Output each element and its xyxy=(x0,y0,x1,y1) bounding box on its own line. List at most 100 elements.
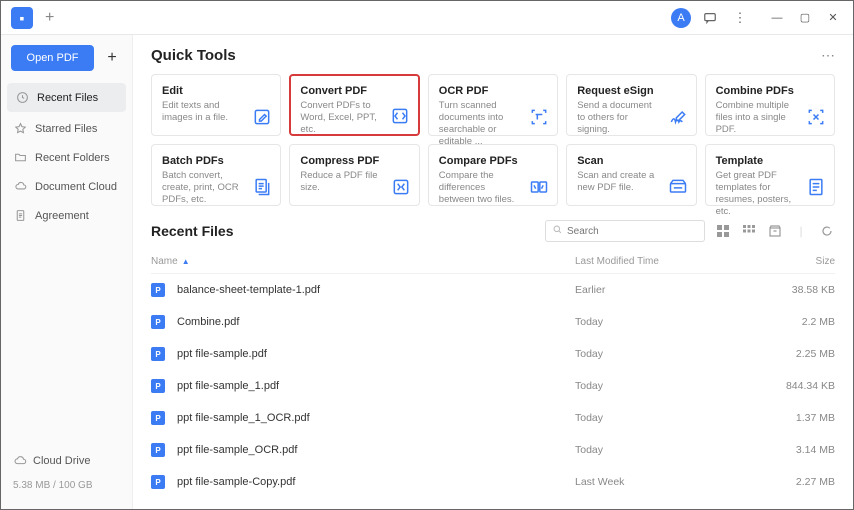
pdf-file-icon: P xyxy=(151,347,165,361)
doc-icon xyxy=(13,209,27,222)
column-modified[interactable]: Last Modified Time xyxy=(575,256,755,267)
file-modified: Last Week xyxy=(575,476,755,488)
quick-tool-scan[interactable]: ScanScan and create a new PDF file. xyxy=(566,144,696,206)
quick-tool-template[interactable]: TemplateGet great PDF templates for resu… xyxy=(705,144,835,206)
pdf-file-icon: P xyxy=(151,315,165,329)
view-list-icon[interactable] xyxy=(715,223,731,239)
file-name: ppt file-sample_1_OCR.pdf xyxy=(177,412,310,424)
file-modified: Today xyxy=(575,348,755,360)
batch-icon xyxy=(252,177,272,197)
quick-tool-desc: Reduce a PDF file size. xyxy=(300,170,380,194)
column-size[interactable]: Size xyxy=(755,256,835,267)
refresh-icon[interactable] xyxy=(819,223,835,239)
new-tab-button[interactable]: + xyxy=(45,9,54,27)
quick-tool-batch-pdfs[interactable]: Batch PDFs Batch convert, create, print, … xyxy=(151,144,281,206)
pdf-file-icon: P xyxy=(151,283,165,297)
sidebar-item-starred-files[interactable]: Starred Files xyxy=(1,114,132,143)
quick-tool-name: Template xyxy=(716,155,824,167)
table-row[interactable]: Pppt file-sample_1.pdfToday844.34 KB xyxy=(151,370,835,402)
pdf-file-icon: P xyxy=(151,443,165,457)
sort-asc-icon: ▲ xyxy=(182,257,190,266)
window-controls: — ▢ ✕ xyxy=(763,7,847,29)
user-avatar[interactable]: A xyxy=(671,8,691,28)
scan-icon xyxy=(668,177,688,197)
sidebar-item-recent-files[interactable]: Recent Files xyxy=(7,83,126,112)
quick-tool-desc: Combine multiple files into a single PDF… xyxy=(716,100,796,136)
sidebar: Open PDF + Recent Files Starred Files Rece… xyxy=(1,35,133,509)
quick-tool-desc: Send a document to others for signing. xyxy=(577,100,657,136)
cloud-drive-label: Cloud Drive xyxy=(33,455,90,467)
sidebar-item-label: Starred Files xyxy=(35,123,97,135)
table-row[interactable]: Pppt file-sample.pdfToday2.25 MB xyxy=(151,338,835,370)
quick-tool-name: Edit xyxy=(162,85,270,97)
open-pdf-button[interactable]: Open PDF xyxy=(11,45,94,71)
chat-icon[interactable] xyxy=(699,7,721,29)
quick-tool-compress-pdf[interactable]: Compress PDF Reduce a PDF file size. xyxy=(289,144,419,206)
star-icon xyxy=(13,122,27,135)
quick-tool-compare-pdfs[interactable]: Compare PDFsCompare the differences betw… xyxy=(428,144,558,206)
file-size: 844.34 KB xyxy=(755,380,835,392)
quick-tool-request-esign[interactable]: Request eSign Send a document to others f… xyxy=(566,74,696,136)
sidebar-item-recent-folders[interactable]: Recent Folders xyxy=(1,143,132,172)
quick-tool-name: Batch PDFs xyxy=(162,155,270,167)
file-modified: Today xyxy=(575,412,755,424)
column-name[interactable]: Name ▲ xyxy=(151,256,575,267)
compare-icon xyxy=(529,177,549,197)
edit-icon xyxy=(252,107,272,127)
file-size: 2.2 MB xyxy=(755,316,835,328)
new-file-button[interactable]: + xyxy=(102,48,122,68)
minimize-button[interactable]: — xyxy=(763,7,791,29)
quick-tool-ocr-pdf[interactable]: OCR PDFTurn scanned documents into searc… xyxy=(428,74,558,136)
sidebar-item-label: Document Cloud xyxy=(35,181,117,193)
sidebar-item-agreement[interactable]: Agreement xyxy=(1,201,132,230)
search-icon xyxy=(552,222,563,240)
maximize-button[interactable]: ▢ xyxy=(791,7,819,29)
file-name: Combine.pdf xyxy=(177,316,239,328)
file-modified: Today xyxy=(575,380,755,392)
file-size: 3.14 MB xyxy=(755,444,835,456)
template-icon xyxy=(806,177,826,197)
quick-tool-name: Convert PDF xyxy=(300,85,408,97)
file-modified: Earlier xyxy=(575,284,755,296)
table-header: Name ▲ Last Modified Time Size xyxy=(151,250,835,274)
kebab-menu-icon[interactable]: ⋮ xyxy=(729,7,751,29)
table-row[interactable]: PCombine.pdfToday2.2 MB xyxy=(151,306,835,338)
pdf-file-icon: P xyxy=(151,411,165,425)
clock-icon xyxy=(15,91,29,104)
quick-tool-desc: Convert PDFs to Word, Excel, PPT, etc. xyxy=(300,100,380,136)
quick-tool-desc: Get great PDF templates for resumes, pos… xyxy=(716,170,796,218)
app-logo-icon: ▪ xyxy=(11,7,33,29)
quick-tool-name: Compress PDF xyxy=(300,155,408,167)
recent-files-table: Name ▲ Last Modified Time Size Pbalance-… xyxy=(151,250,835,498)
pdf-file-icon: P xyxy=(151,379,165,393)
cloud-drive-button[interactable]: Cloud Drive xyxy=(1,446,132,476)
quick-tool-name: Compare PDFs xyxy=(439,155,547,167)
quick-tools-more-icon[interactable]: ⋯ xyxy=(821,47,835,64)
quick-tools-title: Quick Tools xyxy=(151,47,236,64)
close-button[interactable]: ✕ xyxy=(819,7,847,29)
sidebar-item-document-cloud[interactable]: Document Cloud xyxy=(1,172,132,201)
table-row[interactable]: Pppt file-sample_OCR.pdfToday3.14 MB xyxy=(151,434,835,466)
view-grid-icon[interactable] xyxy=(741,223,757,239)
quick-tool-desc: Scan and create a new PDF file. xyxy=(577,170,657,194)
quick-tool-convert-pdf[interactable]: Convert PDF Convert PDFs to Word, Excel, … xyxy=(289,74,419,136)
table-row[interactable]: Pbalance-sheet-template-1.pdfEarlier38.5… xyxy=(151,274,835,306)
quick-tool-name: Request eSign xyxy=(577,85,685,97)
quick-tool-combine-pdfs[interactable]: Combine PDFsCombine multiple files into … xyxy=(705,74,835,136)
quick-tool-edit[interactable]: Edit Edit texts and images in a file. xyxy=(151,74,281,136)
esign-icon xyxy=(668,107,688,127)
file-name: ppt file-sample_OCR.pdf xyxy=(177,444,297,456)
table-row[interactable]: Pppt file-sample-Copy.pdfLast Week2.27 M… xyxy=(151,466,835,498)
archive-icon[interactable] xyxy=(767,223,783,239)
file-name: balance-sheet-template-1.pdf xyxy=(177,284,320,296)
table-row[interactable]: Pppt file-sample_1_OCR.pdf Today1.37 MB xyxy=(151,402,835,434)
quick-tool-desc: Edit texts and images in a file. xyxy=(162,100,242,124)
quick-tool-desc: Batch convert, create, print, OCR PDFs, … xyxy=(162,170,242,206)
quick-tool-name: OCR PDF xyxy=(439,85,547,97)
quick-tools-grid: Edit Edit texts and images in a file. Conv… xyxy=(151,74,835,206)
search-box[interactable] xyxy=(545,220,705,242)
title-bar: ▪ + A ⋮ — ▢ ✕ xyxy=(1,1,853,35)
quick-tool-desc: Turn scanned documents into searchable o… xyxy=(439,100,519,148)
file-size: 1.37 MB xyxy=(755,412,835,424)
search-input[interactable] xyxy=(567,226,699,237)
